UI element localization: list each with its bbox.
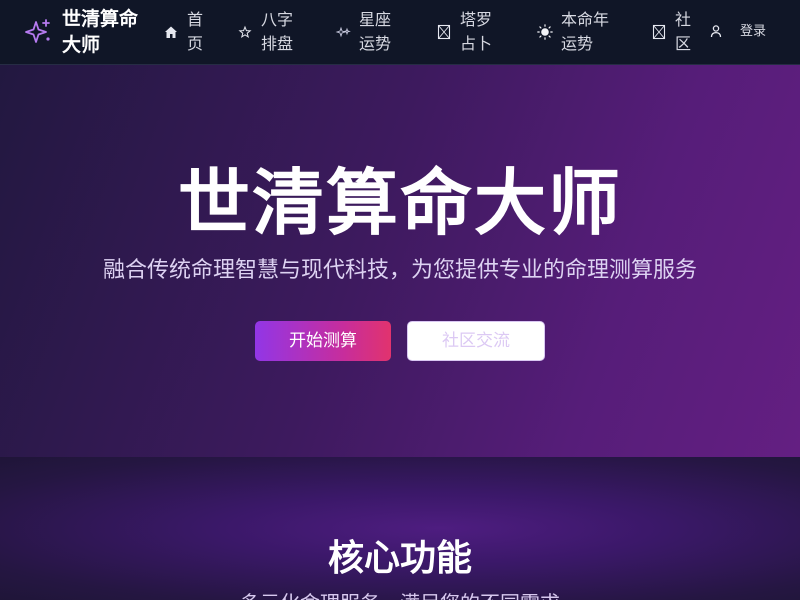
user-icon bbox=[710, 25, 722, 38]
nav-item-label: 塔罗占卜 bbox=[460, 10, 493, 53]
navbar: 世清算命大师 首页 八字排盘 星座运势 塔罗占卜 本命年运势 社区 登录 bbox=[0, 0, 800, 65]
card-icon bbox=[437, 24, 451, 40]
sparkle-icon bbox=[335, 26, 351, 38]
sun-icon bbox=[537, 24, 553, 40]
sparkles-logo-icon bbox=[25, 19, 50, 43]
login-label: 登录 bbox=[740, 24, 767, 39]
brand-name: 世清算命大师 bbox=[62, 8, 139, 56]
nav-item-label: 八字排盘 bbox=[261, 10, 294, 53]
home-icon bbox=[165, 26, 177, 38]
community-icon bbox=[652, 24, 666, 40]
star-outline-icon bbox=[238, 25, 252, 39]
start-reading-button[interactable]: 开始测算 bbox=[255, 321, 391, 361]
nav-item-label: 本命年运势 bbox=[561, 10, 610, 53]
hero-section: 世清算命大师 融合传统命理智慧与现代科技，为您提供专业的命理测算服务 开始测算 … bbox=[0, 65, 800, 457]
nav-item-label: 星座运势 bbox=[359, 10, 392, 53]
community-exchange-button[interactable]: 社区交流 bbox=[407, 321, 545, 361]
nav-item-label: 首页 bbox=[187, 10, 204, 53]
hero-title: 世清算命大师 bbox=[177, 161, 622, 245]
features-subtitle: 多元化命理服务，满足您的不同需求 bbox=[0, 589, 800, 600]
hero-subtitle: 融合传统命理智慧与现代科技，为您提供专业的命理测算服务 bbox=[102, 258, 697, 283]
nav-item-label: 社区 bbox=[675, 10, 692, 53]
features-title: 核心功能 bbox=[327, 538, 472, 579]
features-section: 核心功能 多元化命理服务，满足您的不同需求 bbox=[0, 457, 800, 600]
